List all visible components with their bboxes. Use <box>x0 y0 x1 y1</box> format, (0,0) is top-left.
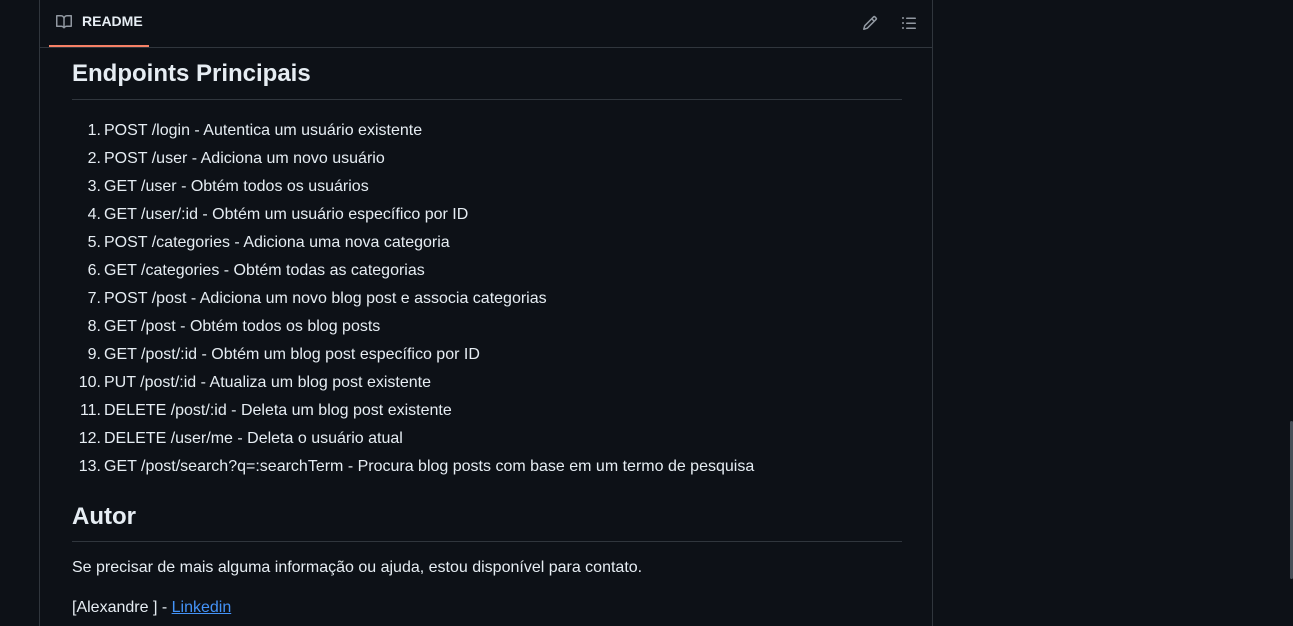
list-item: GET /user/:id - Obtém um usuário específ… <box>88 201 469 229</box>
list-item: GET /user - Obtém todos os usuários <box>88 173 369 201</box>
list-item: GET /categories - Obtém todas as categor… <box>88 257 425 285</box>
list-item: POST /categories - Adiciona uma nova cat… <box>88 229 450 257</box>
list-item: PUT /post/:id - Atualiza um blog post ex… <box>79 369 431 397</box>
list-item: POST /post - Adiciona um novo blog post … <box>88 285 547 313</box>
list-unordered-icon[interactable] <box>900 14 918 32</box>
list-item: GET /post/search?q=:searchTerm - Procura… <box>79 453 755 481</box>
readme-tab-label: README <box>82 12 143 29</box>
list-item: GET /post - Obtém todos os blog posts <box>88 313 381 341</box>
pencil-icon[interactable] <box>861 14 879 32</box>
readme-header: README <box>40 0 932 48</box>
endpoints-heading: Endpoints Principais <box>72 48 902 100</box>
author-contact-text: Se precisar de mais alguma informação ou… <box>72 559 643 576</box>
list-item: POST /user - Adiciona um novo usuário <box>88 145 385 173</box>
book-icon <box>56 14 74 30</box>
list-item: DELETE /post/:id - Deleta um blog post e… <box>80 397 452 425</box>
readme-content: Endpoints Principais POST /login - Auten… <box>72 48 902 620</box>
linkedin-link[interactable]: Linkedin <box>172 599 232 616</box>
list-item: DELETE /user/me - Deleta o usuário atual <box>79 425 403 453</box>
readme-tab[interactable]: README <box>49 0 149 47</box>
author-line: [Alexandre ] - Linkedin <box>72 596 902 620</box>
page: README Endpoints Principais POST /login … <box>0 0 1293 626</box>
endpoints-list: POST /login - Autentica um usuário exist… <box>72 117 902 481</box>
list-item: POST /login - Autentica um usuário exist… <box>88 117 423 145</box>
author-name: [Alexandre ] - <box>72 599 172 616</box>
author-heading: Autor <box>72 503 902 542</box>
list-item: GET /post/:id - Obtém um blog post espec… <box>88 341 480 369</box>
readme-container: README Endpoints Principais POST /login … <box>39 0 933 626</box>
